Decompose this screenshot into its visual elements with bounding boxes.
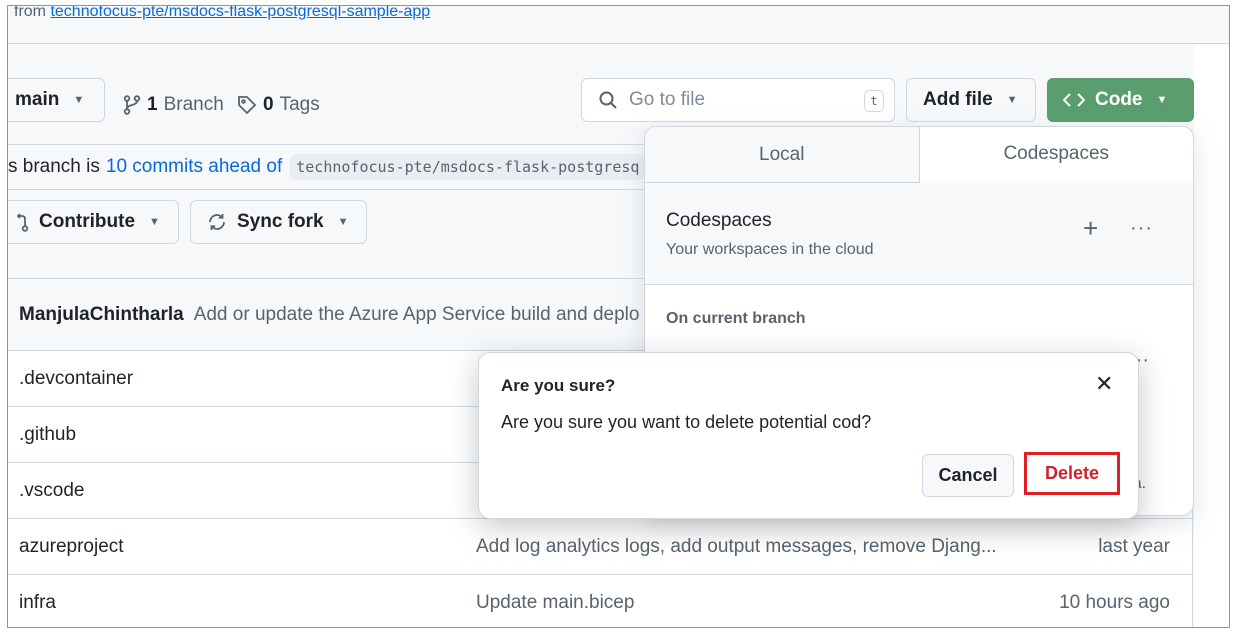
forked-from-line: from technofocus-pte/msdocs-flask-postgr…: [8, 6, 1229, 44]
code-icon: [1063, 92, 1085, 108]
contribute-button[interactable]: Contribute ▼: [8, 200, 179, 244]
keyboard-shortcut-hint: t: [864, 90, 884, 112]
file-name[interactable]: .devcontainer: [19, 368, 133, 390]
contribute-label: Contribute: [39, 211, 136, 232]
repository-page: from technofocus-pte/msdocs-flask-postgr…: [7, 5, 1230, 628]
add-file-button[interactable]: Add file ▼: [906, 78, 1036, 122]
dialog-title: Are you sure?: [501, 376, 616, 395]
forked-from-link[interactable]: technofocus-pte/msdocs-flask-postgresql-…: [50, 6, 430, 20]
go-to-file-input[interactable]: Go to file t: [581, 78, 895, 122]
chevron-down-icon: ▼: [1006, 94, 1018, 106]
sync-fork-label: Sync fork: [237, 211, 324, 232]
branch-status-bar: s branch is 10 commits ahead of technofo…: [8, 144, 648, 190]
tag-icon: [237, 95, 257, 115]
branches-link[interactable]: 1 Branch: [123, 94, 224, 116]
new-codespace-plus-icon[interactable]: +: [1083, 215, 1098, 241]
sidebar-edge: [1194, 44, 1229, 627]
forked-from-prefix: from: [14, 5, 46, 20]
file-name[interactable]: .vscode: [19, 480, 84, 502]
tab-codespaces[interactable]: Codespaces: [919, 127, 1193, 183]
search-placeholder: Go to file: [629, 89, 706, 110]
codespaces-title: Codespaces: [666, 210, 772, 231]
commits-ahead-link[interactable]: 10 commits ahead of: [106, 156, 282, 178]
sync-fork-button[interactable]: Sync fork ▼: [190, 200, 367, 244]
branch-status-prefix: s branch is: [8, 156, 100, 177]
tab-local[interactable]: Local: [645, 127, 920, 182]
file-name[interactable]: azureproject: [19, 536, 124, 558]
commit-message[interactable]: Add or update the Azure App Service buil…: [194, 304, 640, 326]
commit-author[interactable]: ManjulaChintharla: [19, 304, 184, 326]
codespaces-header: Codespaces Your workspaces in the cloud …: [645, 183, 1193, 285]
file-name[interactable]: .github: [19, 424, 76, 446]
code-label: Code: [1095, 89, 1143, 110]
code-tabs: Local Codespaces: [645, 127, 1193, 183]
chevron-down-icon: ▼: [73, 94, 85, 106]
branch-label: Branch: [163, 94, 224, 115]
chevron-down-icon: ▼: [337, 216, 349, 228]
codespaces-more-icon[interactable]: ···: [1130, 217, 1153, 240]
branch-count: 1: [147, 94, 158, 115]
branch-name: main: [15, 89, 60, 110]
tag-count: 0: [263, 94, 274, 115]
tags-link[interactable]: 0 Tags: [237, 94, 320, 116]
tag-label: Tags: [279, 94, 320, 115]
dialog-message: Are you sure you want to delete potentia…: [501, 412, 872, 432]
codespaces-subtitle: Your workspaces in the cloud: [666, 241, 874, 258]
delete-button[interactable]: Delete: [1024, 452, 1120, 495]
add-file-label: Add file: [923, 89, 993, 110]
sync-icon: [207, 212, 227, 232]
file-date: 10 hours ago: [1059, 592, 1170, 613]
file-commit-message[interactable]: Add log analytics logs, add output messa…: [476, 536, 997, 558]
pull-request-icon: [15, 212, 29, 232]
current-branch-label: On current branch: [666, 310, 806, 327]
code-button[interactable]: Code ▼: [1047, 78, 1194, 122]
file-name[interactable]: infra: [19, 592, 56, 614]
branch-selector-button[interactable]: main ▼: [8, 78, 105, 122]
search-icon: [598, 90, 618, 110]
file-date: last year: [1098, 536, 1170, 557]
upstream-branch: technofocus-pte/msdocs-flask-postgresq: [290, 154, 646, 180]
chevron-down-icon: ▼: [1156, 94, 1168, 106]
table-row[interactable]: infra Update main.bicep 10 hours ago: [8, 575, 1192, 627]
delete-confirm-dialog: Are you sure? ✕ Are you sure you want to…: [478, 352, 1139, 519]
branch-icon: [123, 95, 141, 115]
table-row[interactable]: azureproject Add log analytics logs, add…: [8, 519, 1192, 575]
cancel-button[interactable]: Cancel: [922, 454, 1014, 497]
chevron-down-icon: ▼: [149, 216, 160, 228]
close-icon[interactable]: ✕: [1095, 373, 1113, 395]
file-commit-message[interactable]: Update main.bicep: [476, 592, 634, 614]
